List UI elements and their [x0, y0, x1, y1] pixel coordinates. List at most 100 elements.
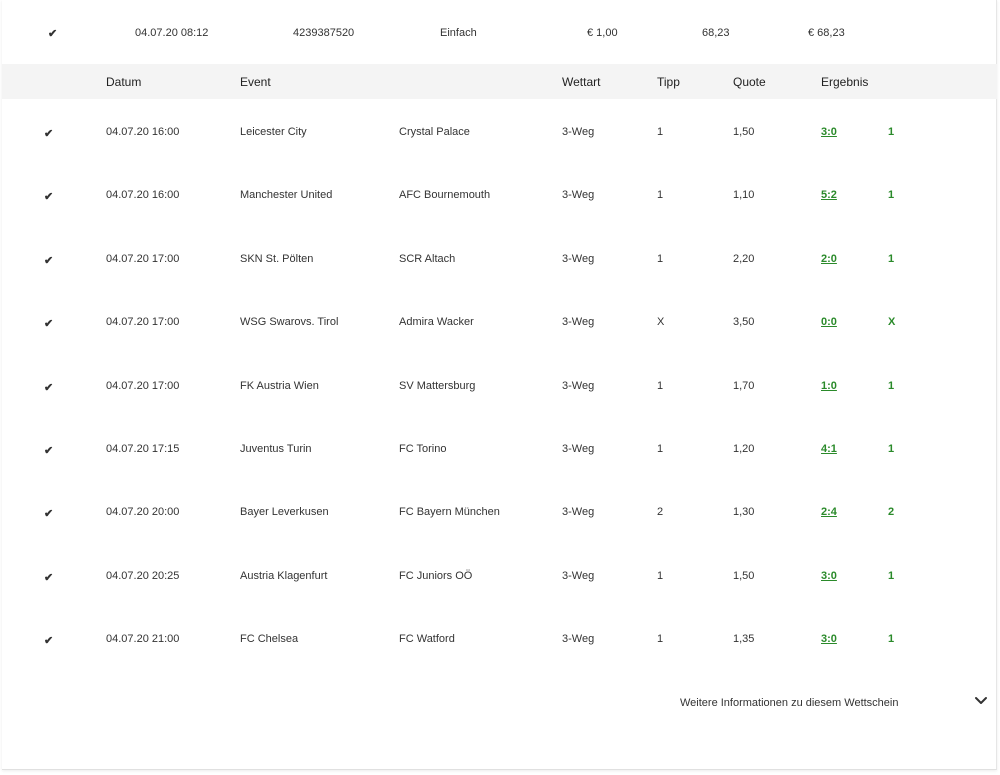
check-icon: ✔ — [44, 128, 54, 140]
row-away-team: Admira Wacker — [399, 316, 474, 329]
row-tip: 1 — [657, 126, 664, 138]
row-result: X — [888, 316, 896, 329]
row-home-team: WSG Swarovs. Tirol — [240, 316, 339, 329]
row-score-link[interactable]: 3:0 — [821, 633, 837, 645]
summary-odds: 68,23 — [702, 27, 730, 39]
check-icon: ✔ — [44, 254, 54, 267]
row-score-link[interactable]: 3:0 — [821, 570, 837, 582]
row-home-team: FC Chelsea — [240, 633, 299, 646]
row-date: 04.07.20 16:00 — [106, 189, 180, 202]
row-result: 1 — [888, 189, 895, 202]
row-score-link[interactable]: 1:0 — [821, 380, 837, 392]
row-home-team: Juventus Turin — [240, 442, 312, 455]
row-score-link[interactable]: 4:1 — [821, 443, 837, 455]
row-date: 04.07.20 17:00 — [106, 316, 180, 329]
row-away-team: FC Watford — [399, 633, 455, 646]
row-odds: 1,70 — [733, 379, 755, 392]
summary-bet-type: Einfach — [440, 27, 477, 39]
row-bet-type: 3-Weg — [562, 506, 595, 519]
table-row: ✔ 04.07.20 21:00 FC Chelsea FC Watford 3… — [2, 607, 997, 670]
check-icon: ✔ — [44, 444, 54, 457]
row-result: 1 — [888, 252, 895, 265]
row-odds: 1,20 — [733, 442, 755, 455]
row-result: 1 — [888, 442, 895, 455]
summary-date: 04.07.20 08:12 — [135, 27, 209, 39]
row-tip: 1 — [657, 569, 664, 582]
row-date: 04.07.20 16:00 — [106, 126, 180, 138]
summary-ticket-id: 4239387520 — [293, 27, 355, 39]
row-bet-type: 3-Weg — [562, 126, 595, 138]
row-odds: 1,30 — [733, 506, 755, 519]
row-date: 04.07.20 20:00 — [106, 506, 180, 519]
table-row: ✔ 04.07.20 17:00 FK Austria Wien SV Matt… — [2, 354, 997, 417]
row-away-team: SCR Altach — [399, 252, 456, 265]
check-icon: ✔ — [44, 381, 54, 394]
row-bet-type: 3-Weg — [562, 252, 595, 265]
row-away-team: Crystal Palace — [399, 126, 470, 138]
chevron-down-icon[interactable] — [972, 692, 990, 710]
row-tip: 1 — [657, 252, 664, 265]
row-home-team: Austria Klagenfurt — [240, 569, 328, 582]
table-row: ✔ 04.07.20 20:00 Bayer Leverkusen FC Bay… — [2, 480, 997, 543]
header-ergebnis: Ergebnis — [821, 75, 869, 89]
row-score-link[interactable]: 2:4 — [821, 506, 837, 518]
row-score-link[interactable]: 5:2 — [821, 189, 837, 201]
row-score-link[interactable]: 3:0 — [821, 126, 837, 138]
row-tip: 2 — [657, 506, 664, 519]
table-row: ✔ 04.07.20 20:25 Austria Klagenfurt FC J… — [2, 544, 997, 607]
row-bet-type: 3-Weg — [562, 379, 595, 392]
row-bet-type: 3-Weg — [562, 316, 595, 329]
summary-stake: € 1,00 — [587, 27, 618, 39]
check-icon: ✔ — [48, 28, 58, 40]
check-icon: ✔ — [44, 508, 54, 521]
check-icon: ✔ — [44, 635, 54, 648]
row-bet-type: 3-Weg — [562, 189, 595, 202]
row-result: 1 — [888, 569, 895, 582]
check-icon: ✔ — [44, 191, 54, 204]
bet-slip-card: ✔ 04.07.20 08:12 4239387520 Einfach € 1,… — [2, 0, 997, 770]
row-odds: 1,50 — [733, 126, 755, 138]
row-result: 1 — [888, 126, 895, 138]
row-tip: X — [657, 316, 665, 329]
row-tip: 1 — [657, 379, 664, 392]
table-body: ✔ 04.07.20 16:00 Leicester City Crystal … — [2, 100, 997, 671]
row-bet-type: 3-Weg — [562, 633, 595, 646]
row-home-team: Bayer Leverkusen — [240, 506, 329, 519]
row-score-link[interactable]: 2:0 — [821, 253, 837, 265]
table-row: ✔ 04.07.20 16:00 Manchester United AFC B… — [2, 163, 997, 226]
row-home-team: SKN St. Pölten — [240, 252, 314, 265]
row-bet-type: 3-Weg — [562, 569, 595, 582]
table-row: ✔ 04.07.20 17:15 Juventus Turin FC Torin… — [2, 417, 997, 480]
row-tip: 1 — [657, 633, 664, 646]
row-away-team: AFC Bournemouth — [399, 189, 491, 202]
bet-slip-summary[interactable]: ✔ 04.07.20 08:12 4239387520 Einfach € 1,… — [2, 0, 997, 64]
header-datum: Datum — [106, 75, 142, 89]
header-event: Event — [240, 75, 271, 89]
row-tip: 1 — [657, 442, 664, 455]
row-score-link[interactable]: 0:0 — [821, 316, 837, 328]
row-away-team: FC Juniors OÖ — [399, 569, 473, 582]
table-row: ✔ 04.07.20 17:00 SKN St. Pölten SCR Alta… — [2, 227, 997, 290]
row-home-team: Manchester United — [240, 189, 333, 202]
row-odds: 3,50 — [733, 316, 755, 329]
check-icon: ✔ — [44, 571, 54, 584]
more-info-toggle[interactable]: Weitere Informationen zu diesem Wettsche… — [680, 697, 898, 709]
row-odds: 1,50 — [733, 569, 755, 582]
row-result: 1 — [888, 379, 895, 392]
row-date: 04.07.20 17:15 — [106, 442, 180, 455]
row-result: 2 — [888, 506, 895, 519]
row-date: 04.07.20 17:00 — [106, 379, 180, 392]
table-row: ✔ 04.07.20 16:00 Leicester City Crystal … — [2, 100, 997, 163]
row-away-team: SV Mattersburg — [399, 379, 476, 392]
row-result: 1 — [888, 633, 895, 646]
row-odds: 2,20 — [733, 252, 755, 265]
header-tipp: Tipp — [657, 75, 680, 89]
row-odds: 1,10 — [733, 189, 755, 202]
table-header: Datum Event Wettart Tipp Quote Ergebnis — [2, 64, 997, 99]
row-bet-type: 3-Weg — [562, 442, 595, 455]
row-away-team: FC Torino — [399, 442, 447, 455]
row-home-team: FK Austria Wien — [240, 379, 319, 392]
summary-payout: € 68,23 — [808, 27, 845, 39]
row-date: 04.07.20 20:25 — [106, 569, 180, 582]
check-icon: ✔ — [44, 318, 54, 331]
